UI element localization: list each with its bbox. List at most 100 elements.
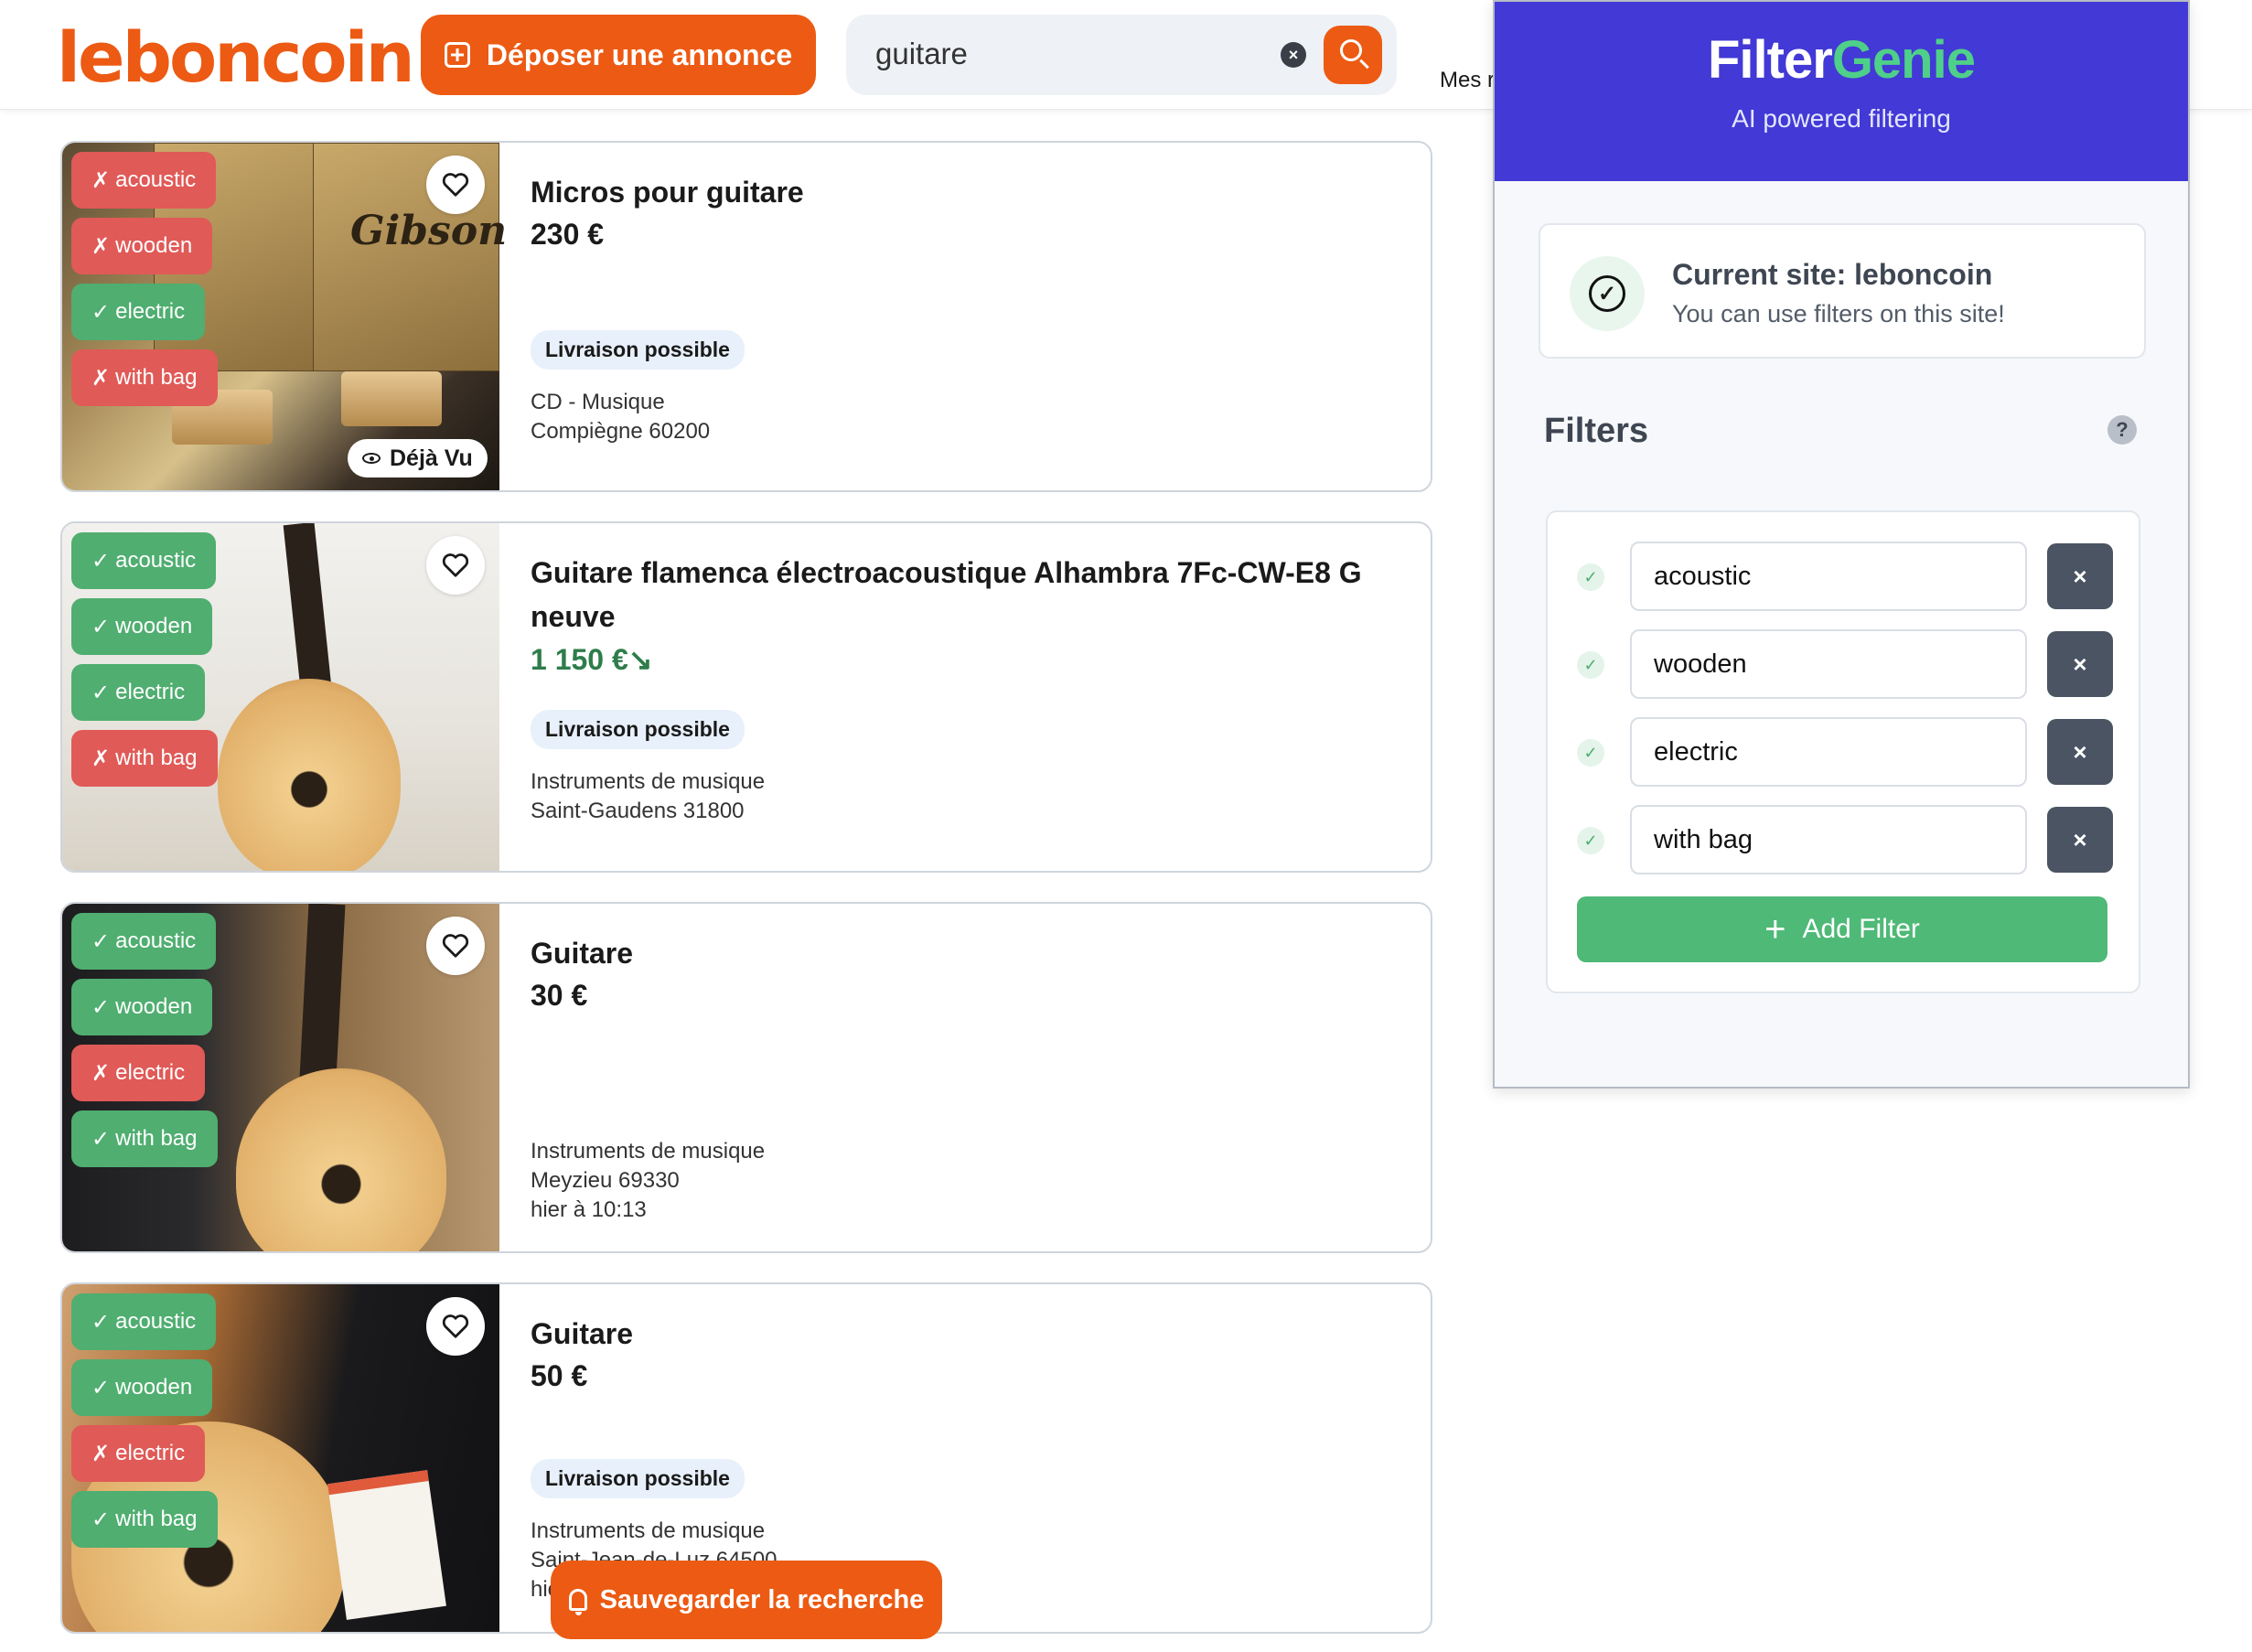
tag-with-bag: ✓ with bag xyxy=(71,1110,218,1167)
listing-price: 50 € xyxy=(531,1359,588,1392)
help-icon[interactable]: ? xyxy=(2107,415,2137,445)
filter-tags: ✓ acoustic ✓ wooden ✗ electric ✓ with bag xyxy=(71,1293,218,1548)
tag-acoustic: ✓ acoustic xyxy=(71,532,217,589)
eye-icon xyxy=(362,453,381,464)
listing-category: CD - Musique xyxy=(531,390,665,414)
search-button[interactable] xyxy=(1324,26,1382,84)
filter-input[interactable]: wooden xyxy=(1630,629,2027,699)
plus-square-icon xyxy=(444,42,470,68)
listing-location: Saint-Gaudens 31800 xyxy=(531,799,745,823)
listing-info: Micros pour guitare 230 € Livraison poss… xyxy=(531,170,1409,446)
search-input[interactable]: guitare xyxy=(875,37,968,71)
listing-card[interactable]: Gibson ✗ acoustic ✗ wooden ✓ electric ✗ with… xyxy=(60,141,1432,492)
tag-acoustic: ✓ acoustic xyxy=(71,1293,217,1350)
filter-check-icon: ✓ xyxy=(1577,739,1604,767)
filter-row: ✓ acoustic × xyxy=(1577,542,2117,611)
listing-category: Instruments de musique xyxy=(531,769,766,794)
remove-filter-button[interactable]: × xyxy=(2047,719,2113,785)
favorite-button[interactable] xyxy=(426,536,485,595)
mes-menu-link[interactable]: Mes r xyxy=(1440,68,1495,93)
heart-icon xyxy=(442,552,469,578)
plus-icon: + xyxy=(1764,909,1786,949)
search-bar[interactable]: guitare × xyxy=(846,15,1397,95)
heart-icon xyxy=(442,172,469,198)
save-search-label: Sauvegarder la recherche xyxy=(599,1584,925,1614)
listing-date: hier à 10:13 xyxy=(531,1197,647,1222)
filter-tags: ✓ acoustic ✓ wooden ✗ electric ✓ with bag xyxy=(71,913,218,1167)
search-icon xyxy=(1340,39,1362,61)
pickup-image xyxy=(341,371,442,426)
tag-wooden: ✓ wooden xyxy=(71,979,213,1035)
price-drop-icon: ↘ xyxy=(627,643,653,676)
filter-check-icon: ✓ xyxy=(1577,563,1604,591)
remove-filter-button[interactable]: × xyxy=(2047,543,2113,609)
listing-info: Guitare flamenca électroacoustique Alham… xyxy=(531,551,1409,826)
delivery-badge: Livraison possible xyxy=(531,330,745,370)
filtergenie-panel: FilterGenie AI powered filtering ✓ Curre… xyxy=(1493,0,2190,1089)
panel-tagline: AI powered filtering xyxy=(1732,104,1951,133)
check-circle-icon: ✓ xyxy=(1589,275,1625,312)
bell-icon xyxy=(568,1589,587,1615)
tag-with-bag: ✓ with bag xyxy=(71,1491,218,1548)
listing-info: Guitare 30 € Instruments de musique Meyz… xyxy=(531,931,1409,1225)
clear-search-icon[interactable]: × xyxy=(1281,42,1306,68)
heart-icon xyxy=(442,933,469,959)
filter-check-icon: ✓ xyxy=(1577,651,1604,679)
favorite-button[interactable] xyxy=(426,156,485,214)
tag-wooden: ✗ wooden xyxy=(71,218,213,274)
tag-electric: ✓ electric xyxy=(71,284,206,340)
listing-title[interactable]: Guitare xyxy=(531,1312,1409,1356)
remove-filter-button[interactable]: × xyxy=(2047,807,2113,873)
post-ad-label: Déposer une annonce xyxy=(486,38,793,71)
filters-heading: Filters xyxy=(1544,412,1649,450)
add-filter-button[interactable]: + Add Filter xyxy=(1577,896,2107,962)
listing-price: 1 150 €↘ xyxy=(531,643,653,676)
tag-acoustic: ✓ acoustic xyxy=(71,913,217,970)
filtergenie-logo: FilterGenie xyxy=(1708,30,1976,90)
flyer-image xyxy=(327,1470,446,1620)
remove-filter-button[interactable]: × xyxy=(2047,631,2113,697)
current-site-subtitle: You can use filters on this site! xyxy=(1672,300,2005,327)
panel-header: FilterGenie AI powered filtering xyxy=(1495,2,2188,181)
tag-acoustic: ✗ acoustic xyxy=(71,152,217,209)
add-filter-label: Add Filter xyxy=(1802,914,1920,944)
delivery-badge: Livraison possible xyxy=(531,710,745,749)
listing-location: Compiègne 60200 xyxy=(531,419,711,444)
tag-with-bag: ✗ with bag xyxy=(71,730,218,787)
guitar-body-image xyxy=(236,1068,446,1251)
listing-meta: Instruments de musique Meyzieu 69330 hie… xyxy=(531,1137,1409,1225)
tag-electric: ✓ electric xyxy=(71,664,206,721)
current-site-card: ✓ Current site: leboncoin You can use fi… xyxy=(1539,223,2146,359)
post-ad-button[interactable]: Déposer une annonce xyxy=(421,15,816,95)
favorite-button[interactable] xyxy=(426,917,485,975)
filter-check-icon: ✓ xyxy=(1577,827,1604,854)
listing-title[interactable]: Guitare xyxy=(531,931,1409,975)
tag-electric: ✗ electric xyxy=(71,1045,206,1101)
listing-category: Instruments de musique xyxy=(531,1139,766,1164)
listing-price: 230 € xyxy=(531,218,605,251)
seen-badge: Déjà Vu xyxy=(348,439,488,477)
tag-wooden: ✓ wooden xyxy=(71,598,213,655)
filters-list: ✓ acoustic × ✓ wooden × ✓ electric × ✓ w… xyxy=(1546,510,2140,993)
tag-with-bag: ✗ with bag xyxy=(71,349,218,406)
favorite-button[interactable] xyxy=(426,1297,485,1356)
listing-price: 30 € xyxy=(531,979,588,1012)
filter-input[interactable]: electric xyxy=(1630,717,2027,787)
filter-input[interactable]: with bag xyxy=(1630,805,2027,874)
listing-meta: CD - Musique Compiègne 60200 xyxy=(531,388,1409,446)
listing-meta: Instruments de musique Saint-Gaudens 318… xyxy=(531,767,1409,826)
filter-row: ✓ with bag × xyxy=(1577,805,2117,874)
delivery-badge: Livraison possible xyxy=(531,1459,745,1498)
filter-tags: ✓ acoustic ✓ wooden ✓ electric ✗ with bag xyxy=(71,532,218,787)
filter-input[interactable]: acoustic xyxy=(1630,542,2027,611)
listing-card[interactable]: ✓ acoustic ✓ wooden ✓ electric ✗ with bag Gu… xyxy=(60,521,1432,873)
filter-tags: ✗ acoustic ✗ wooden ✓ electric ✗ with bag xyxy=(71,152,218,406)
filter-row: ✓ wooden × xyxy=(1577,629,2117,699)
save-search-button[interactable]: Sauvegarder la recherche xyxy=(551,1561,942,1639)
tag-electric: ✗ electric xyxy=(71,1425,206,1482)
leboncoin-logo[interactable]: leboncoin xyxy=(57,16,415,98)
listing-title[interactable]: Micros pour guitare xyxy=(531,170,1409,214)
current-site-title: Current site: leboncoin xyxy=(1672,258,1993,291)
listing-card[interactable]: ✓ acoustic ✓ wooden ✗ electric ✓ with bag Gu… xyxy=(60,902,1432,1253)
listing-title[interactable]: Guitare flamenca électroacoustique Alham… xyxy=(531,551,1409,638)
